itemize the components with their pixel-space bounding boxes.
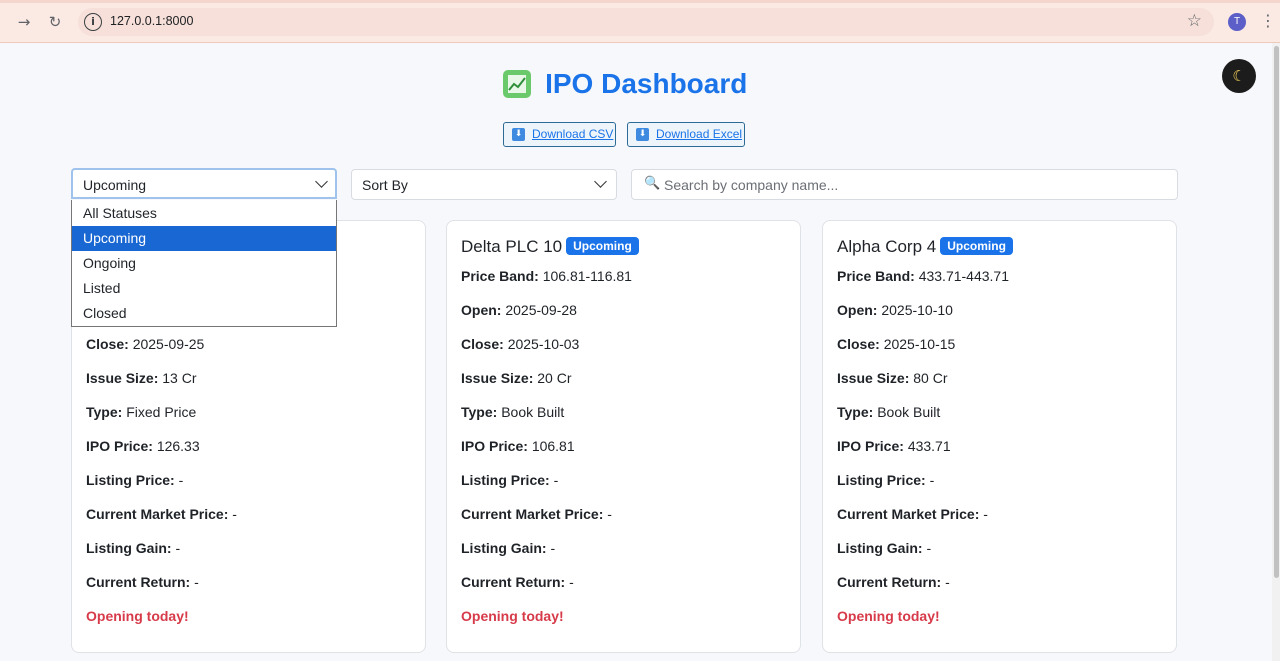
site-info-icon[interactable]: i	[84, 13, 102, 31]
type-field: Type: Fixed Price	[86, 404, 197, 420]
card-title: Alpha Corp 4 Upcoming	[837, 237, 1013, 257]
listing-price-field: Listing Price: -	[837, 472, 935, 488]
current-return-field: Current Return: -	[837, 574, 950, 590]
scrollbar-thumb[interactable]	[1274, 46, 1279, 578]
profile-avatar[interactable]: T	[1228, 13, 1246, 31]
sort-by-select[interactable]: Sort By	[351, 169, 617, 200]
status-filter-select[interactable]: Upcoming	[71, 168, 337, 199]
listing-gain-field: Listing Gain: -	[837, 540, 932, 556]
download-icon: ⬇	[636, 128, 649, 141]
search-icon: 🔍	[644, 176, 661, 191]
type-field: Type: Book Built	[837, 404, 941, 420]
ipo-price-field: IPO Price: 433.71	[837, 438, 951, 454]
search-field[interactable]: 🔍	[631, 169, 1178, 200]
chevron-down-icon	[315, 175, 328, 188]
download-csv-button[interactable]: ⬇ Download CSV	[503, 122, 616, 147]
status-dropdown-list: All Statuses Upcoming Ongoing Listed Clo…	[71, 200, 337, 327]
ipo-price-field: IPO Price: 126.33	[86, 438, 200, 454]
card-title: Delta PLC 10 Upcoming	[461, 237, 639, 257]
open-field: Open: 2025-10-10	[837, 302, 953, 318]
download-icon: ⬇	[512, 128, 525, 141]
status-option-closed[interactable]: Closed	[72, 301, 336, 326]
status-option-ongoing[interactable]: Ongoing	[72, 251, 336, 276]
status-option-listed[interactable]: Listed	[72, 276, 336, 301]
address-bar[interactable]: i 127.0.0.1:8000 ☆	[78, 8, 1214, 36]
price-band-field: Price Band: 433.71-443.71	[837, 268, 1010, 284]
download-excel-label: Download Excel	[656, 127, 743, 141]
issue-size-field: Issue Size: 13 Cr	[86, 370, 197, 386]
download-csv-label: Download CSV	[532, 127, 614, 141]
search-input[interactable]	[664, 175, 1164, 195]
download-excel-button[interactable]: ⬇ Download Excel	[627, 122, 745, 147]
price-band-field: Price Band: 106.81-116.81	[461, 268, 632, 284]
status-option-all[interactable]: All Statuses	[72, 201, 336, 226]
status-badge: Upcoming	[940, 237, 1013, 255]
opening-alert: Opening today!	[837, 608, 940, 624]
bookmark-star-icon[interactable]: ☆	[1187, 11, 1202, 31]
listing-price-field: Listing Price: -	[461, 472, 559, 488]
browser-toolbar: → ↻ i 127.0.0.1:8000 ☆ T ⋮	[0, 0, 1280, 43]
close-field: Close: 2025-10-15	[837, 336, 956, 352]
current-return-field: Current Return: -	[461, 574, 574, 590]
company-name: Alpha Corp 4	[837, 237, 937, 256]
sort-by-value: Sort By	[362, 177, 408, 193]
ipo-card: Alpha Corp 4 Upcoming Price Band: 433.71-…	[822, 220, 1177, 653]
current-market-price-field: Current Market Price: -	[837, 506, 988, 522]
current-return-field: Current Return: -	[86, 574, 199, 590]
close-field: Close: 2025-10-03	[461, 336, 580, 352]
status-filter-value: Upcoming	[83, 177, 147, 193]
forward-icon[interactable]: →	[13, 11, 35, 33]
tab-strip	[0, 0, 1280, 3]
listing-gain-field: Listing Gain: -	[86, 540, 181, 556]
close-field: Close: 2025-09-25	[86, 336, 205, 352]
ipo-price-field: IPO Price: 106.81	[461, 438, 575, 454]
company-name: Delta PLC 10	[461, 237, 563, 256]
opening-alert: Opening today!	[86, 608, 189, 624]
opening-alert: Opening today!	[461, 608, 564, 624]
reload-icon[interactable]: ↻	[44, 11, 66, 33]
issue-size-field: Issue Size: 20 Cr	[461, 370, 572, 386]
status-badge: Upcoming	[566, 237, 639, 255]
page-header: IPO Dashboard	[0, 68, 1250, 100]
page-title: IPO Dashboard	[545, 68, 748, 99]
status-option-upcoming[interactable]: Upcoming	[72, 226, 336, 251]
ipo-card: Delta PLC 10 Upcoming Price Band: 106.81-…	[446, 220, 801, 653]
url-text[interactable]: 127.0.0.1:8000	[110, 14, 193, 28]
type-field: Type: Book Built	[461, 404, 565, 420]
open-field: Open: 2025-09-28	[461, 302, 577, 318]
chevron-down-icon	[594, 175, 607, 188]
listing-price-field: Listing Price: -	[86, 472, 184, 488]
listing-gain-field: Listing Gain: -	[461, 540, 556, 556]
chart-increasing-icon	[502, 70, 531, 98]
current-market-price-field: Current Market Price: -	[461, 506, 612, 522]
current-market-price-field: Current Market Price: -	[86, 506, 237, 522]
issue-size-field: Issue Size: 80 Cr	[837, 370, 948, 386]
browser-menu-icon[interactable]: ⋮	[1260, 11, 1276, 30]
